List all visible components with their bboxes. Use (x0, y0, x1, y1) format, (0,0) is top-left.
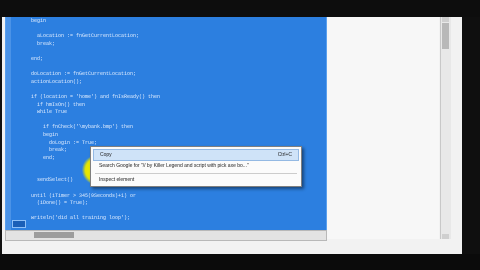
vertical-scrollbar[interactable] (440, 17, 451, 239)
menu-item-copy-shortcut: Ctrl+C (277, 152, 292, 158)
menu-item-copy-label: Copy (100, 152, 112, 158)
code-text[interactable]: begin aLocation := fnGetCurrentLocation;… (31, 18, 324, 228)
code-editor[interactable]: begin aLocation := fnGetCurrentLocation;… (5, 17, 327, 231)
code-line: until (iTimer > 345(9Seconds)+1) or (31, 192, 137, 199)
menu-item-inspect-element[interactable]: Inspect element (93, 175, 299, 185)
scroll-up-arrow-icon[interactable] (442, 17, 449, 22)
code-line: doLocation := fnGetCurrentLocation; (31, 71, 137, 78)
editor-scroll-marker (12, 220, 26, 228)
top-letterbox (0, 0, 480, 17)
code-line: if hmIsOn() then (31, 101, 86, 108)
bottom-letterbox (0, 254, 480, 270)
menu-item-search-google[interactable]: Search Google for "// by Killer Legend a… (93, 161, 299, 171)
scroll-down-arrow-icon[interactable] (442, 234, 449, 239)
right-panel (327, 17, 439, 239)
screen: begin aLocation := fnGetCurrentLocation;… (2, 17, 462, 254)
code-line: begin (31, 131, 59, 138)
code-line: aLocation := fnGetCurrentLocation; (31, 33, 140, 40)
code-line: (iDone() = True); (31, 200, 89, 207)
vertical-scrollbar-thumb[interactable] (442, 23, 449, 49)
editor-gutter (6, 17, 11, 230)
menu-item-search-google-label: Search Google for "// by Killer Legend a… (99, 163, 249, 169)
code-line: while True (31, 109, 68, 116)
context-menu: Copy Ctrl+C Search Google for "// by Kil… (90, 146, 302, 187)
code-line: writeln('did all training loop'); (31, 215, 131, 222)
code-line: actionLocation(); (31, 78, 83, 85)
code-line: if (location = 'home') and fnIsReady() t… (31, 93, 161, 100)
code-line: break; (31, 40, 56, 47)
horizontal-scrollbar-thumb[interactable] (34, 232, 74, 238)
menu-separator (95, 173, 297, 174)
menu-item-copy[interactable]: Copy Ctrl+C (93, 149, 299, 161)
code-line: begin (31, 18, 47, 24)
code-line: if fnCheck('\mybank.bmp') then (31, 124, 134, 131)
code-line: end; (31, 55, 44, 62)
horizontal-scrollbar[interactable] (5, 230, 327, 241)
right-letterbox (462, 17, 480, 254)
menu-item-inspect-element-label: Inspect element (99, 177, 135, 183)
